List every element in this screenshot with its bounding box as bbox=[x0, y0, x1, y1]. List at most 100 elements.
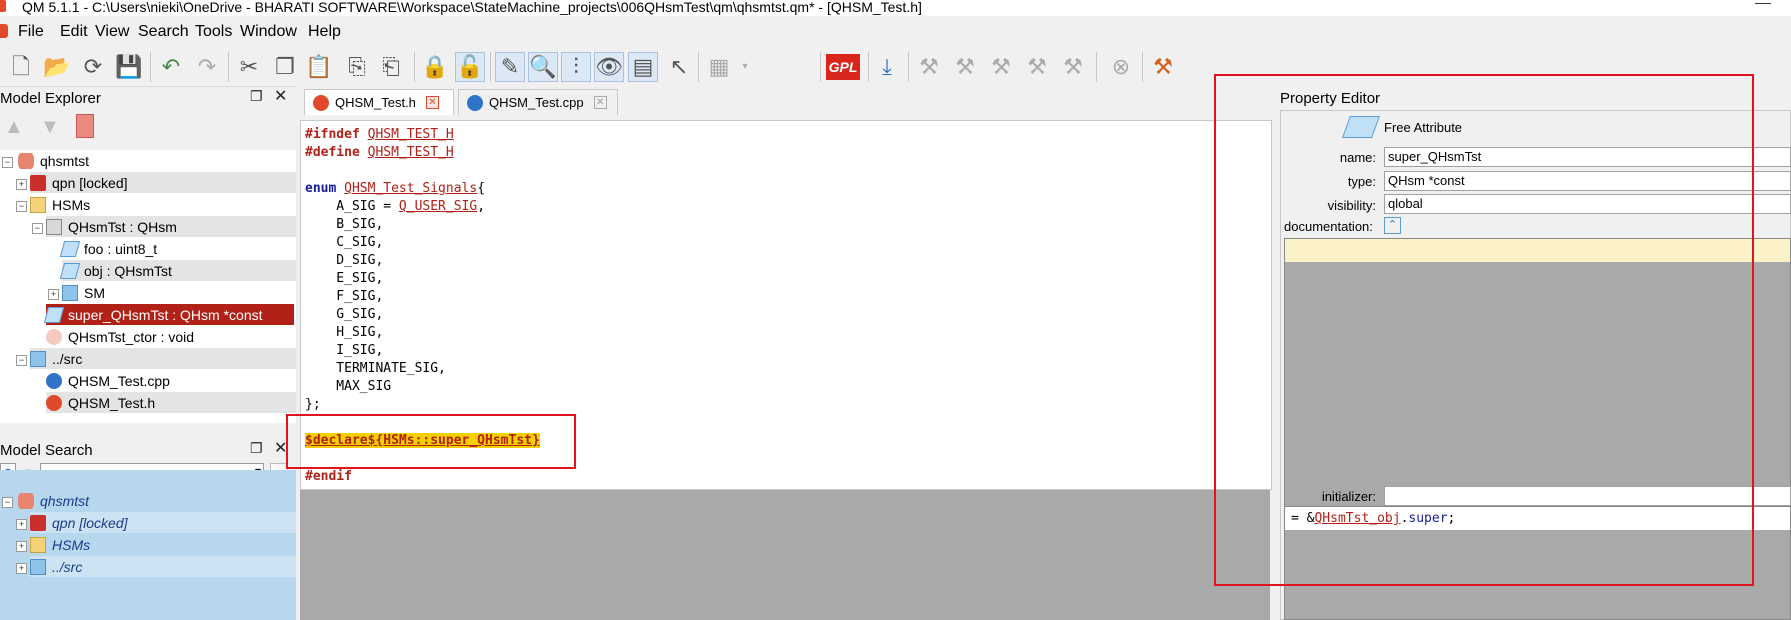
clean-icon[interactable]: ⚒ bbox=[986, 52, 1016, 82]
toolbar-separator bbox=[868, 52, 869, 82]
tree-node-label: QHsmTst : QHsm bbox=[68, 218, 177, 235]
menu-file[interactable]: File bbox=[18, 24, 44, 40]
manage-tools-icon[interactable]: ⚒ bbox=[1148, 52, 1178, 82]
search-result-label: qpn [locked] bbox=[52, 514, 128, 531]
collapse-icon[interactable]: − bbox=[16, 201, 27, 212]
find-icon[interactable]: 🔍 bbox=[528, 52, 558, 82]
expand-icon[interactable]: + bbox=[16, 563, 27, 574]
tab-qhsm-test-h[interactable]: QHSM_Test.h ✕ bbox=[304, 89, 454, 115]
minimize-button[interactable] bbox=[1755, 3, 1771, 4]
cpp-file-icon bbox=[46, 372, 62, 389]
document-icon[interactable]: ▤ bbox=[628, 52, 658, 82]
save-icon[interactable]: 💾 bbox=[114, 52, 144, 82]
float-panel-icon[interactable]: ❐ bbox=[250, 440, 263, 457]
model-icon bbox=[18, 492, 34, 509]
menu-bar: File Edit View Search Tools Window Help bbox=[0, 20, 1791, 44]
open-model-icon[interactable]: 📂 bbox=[42, 52, 72, 82]
layout-dropdown-icon[interactable]: ▾ bbox=[730, 52, 760, 82]
editor-empty-area bbox=[300, 490, 1270, 620]
collapse-icon[interactable]: − bbox=[2, 497, 13, 508]
tree-node[interactable]: QHSM_Test.h bbox=[46, 392, 296, 413]
stop-icon[interactable]: ⊗ bbox=[1106, 52, 1136, 82]
package-folder-icon bbox=[30, 536, 46, 553]
menu-edit[interactable]: Edit bbox=[60, 24, 88, 40]
search-result[interactable]: qpn [locked] bbox=[30, 512, 296, 533]
export-icon[interactable]: ⎘ bbox=[342, 52, 372, 82]
package-icon bbox=[30, 174, 46, 191]
collapse-icon[interactable]: − bbox=[32, 223, 43, 234]
search-result[interactable]: ../src bbox=[30, 556, 296, 577]
edit-mode-icon[interactable]: ✎ bbox=[495, 52, 525, 82]
attribute-icon bbox=[43, 306, 65, 323]
tree-node[interactable]: ../src bbox=[30, 348, 296, 369]
redo-icon[interactable]: ↷ bbox=[192, 52, 222, 82]
copy-icon[interactable]: ❐ bbox=[270, 52, 300, 82]
code-line: H_SIG, bbox=[305, 325, 384, 340]
cut-icon[interactable]: ✂ bbox=[234, 52, 264, 82]
model-explorer-title: Model Explorer bbox=[0, 90, 101, 107]
float-panel-icon[interactable]: ❐ bbox=[250, 88, 263, 105]
select-pointer-icon[interactable]: ↖ bbox=[664, 52, 694, 82]
menu-tools[interactable]: Tools bbox=[195, 24, 232, 40]
delete-icon[interactable] bbox=[76, 114, 94, 138]
tree-node[interactable]: QHsmTst_ctor : void bbox=[46, 326, 296, 347]
undo-icon[interactable]: ↶ bbox=[156, 52, 186, 82]
code-line: #ifndef QHSM_TEST_H bbox=[305, 126, 454, 144]
move-down-icon[interactable]: ▼ bbox=[40, 116, 60, 139]
expand-icon[interactable]: + bbox=[16, 519, 27, 530]
new-model-icon[interactable]: 🗋 bbox=[6, 52, 36, 82]
reload-icon[interactable]: ⟳ bbox=[78, 52, 108, 82]
lock-icon[interactable]: 🔒 bbox=[420, 52, 450, 82]
gpl-license-icon[interactable]: GPL bbox=[826, 54, 860, 80]
tree-node[interactable]: QHsmTst : QHsm bbox=[46, 216, 296, 237]
toolbar-separator bbox=[150, 52, 151, 82]
unlock-icon[interactable]: 🔓 bbox=[455, 52, 485, 82]
keyword: #ifndef bbox=[305, 127, 360, 142]
expand-icon[interactable]: + bbox=[48, 289, 59, 300]
properties-icon[interactable]: ⫶ bbox=[561, 52, 591, 82]
expand-icon[interactable]: + bbox=[16, 179, 27, 190]
close-tab-icon[interactable]: ✕ bbox=[593, 96, 607, 109]
tree-node[interactable]: QHSM_Test.cpp bbox=[46, 370, 296, 391]
code-line: D_SIG, bbox=[305, 253, 384, 268]
tree-node[interactable]: qpn [locked] bbox=[30, 172, 296, 193]
collapse-icon[interactable]: − bbox=[16, 355, 27, 366]
import-icon[interactable]: ⎗ bbox=[376, 52, 406, 82]
build-icon[interactable]: ⚒ bbox=[914, 52, 944, 82]
generate-code-icon[interactable]: ⤓ bbox=[872, 52, 902, 82]
code-line: #define QHSM_TEST_H bbox=[305, 144, 454, 162]
move-up-icon[interactable]: ▲ bbox=[4, 116, 24, 139]
menu-view[interactable]: View bbox=[95, 24, 129, 40]
editor-tab-bar: QHSM_Test.h ✕ QHSM_Test.cpp ✕ bbox=[296, 86, 1276, 116]
model-search-results: − qhsmtst + qpn [locked] + HSMs + ../src bbox=[0, 470, 296, 620]
tab-label: QHSM_Test.cpp bbox=[489, 95, 584, 110]
package-icon bbox=[30, 514, 46, 531]
tree-node[interactable]: qhsmtst bbox=[18, 150, 296, 171]
expand-icon[interactable]: + bbox=[16, 541, 27, 552]
close-panel-icon[interactable]: ✕ bbox=[274, 86, 287, 106]
toolbar-separator bbox=[1096, 52, 1097, 82]
tree-node[interactable]: HSMs bbox=[30, 194, 296, 215]
tree-node[interactable]: foo : uint8_t bbox=[59, 238, 296, 259]
search-result-label: HSMs bbox=[52, 536, 91, 553]
paste-icon[interactable]: 📋 bbox=[304, 52, 334, 82]
run-icon[interactable]: ⚒ bbox=[1058, 52, 1088, 82]
menu-window[interactable]: Window bbox=[240, 24, 297, 40]
tree-node-selected[interactable]: super_QHsmTst : QHsm *const bbox=[43, 304, 294, 325]
app-menu-icon[interactable] bbox=[0, 24, 8, 38]
window-title: QM 5.1.1 - C:\Users\nieki\OneDrive - BHA… bbox=[22, 0, 922, 15]
view-icon[interactable]: 👁 bbox=[594, 52, 624, 82]
code-line: F_SIG, bbox=[305, 289, 384, 304]
menu-help[interactable]: Help bbox=[308, 24, 341, 40]
search-result-label: qhsmtst bbox=[40, 492, 90, 509]
tree-node[interactable]: SM bbox=[62, 282, 296, 303]
close-tab-icon[interactable]: ✕ bbox=[425, 96, 439, 109]
collapse-icon[interactable]: − bbox=[2, 157, 13, 168]
tree-node[interactable]: obj : QHsmTst bbox=[59, 260, 296, 281]
tab-qhsm-test-cpp[interactable]: QHSM_Test.cpp ✕ bbox=[458, 89, 618, 115]
flash-icon[interactable]: ⚒ bbox=[1022, 52, 1052, 82]
menu-search[interactable]: Search bbox=[138, 24, 189, 40]
search-result[interactable]: qhsmtst bbox=[18, 490, 296, 511]
rebuild-icon[interactable]: ⚒ bbox=[950, 52, 980, 82]
search-result[interactable]: HSMs bbox=[30, 534, 296, 555]
